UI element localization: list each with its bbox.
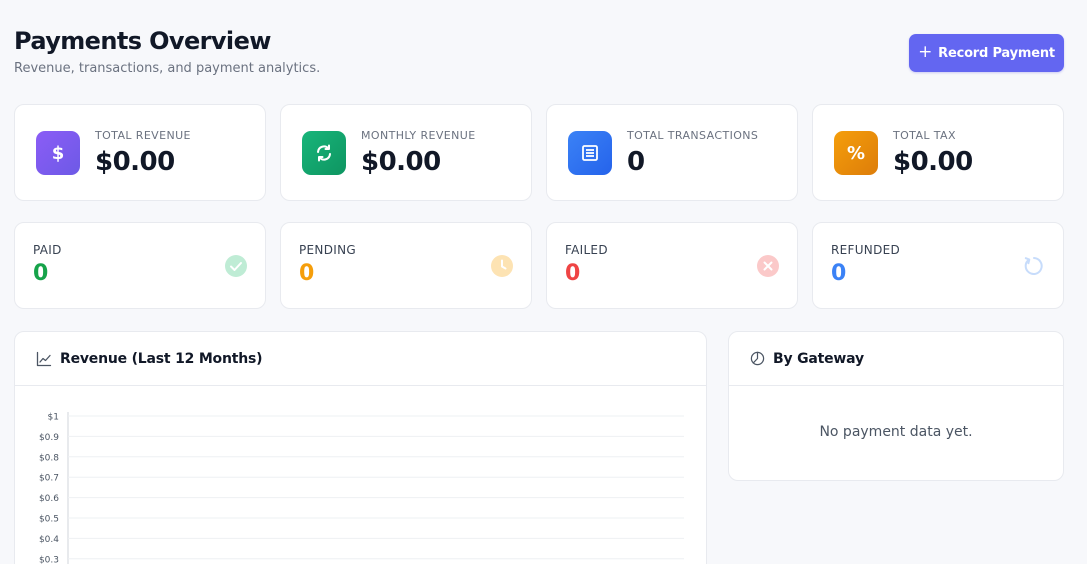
- y-tick-label: $0.7: [39, 474, 59, 484]
- dollar-icon: $: [36, 131, 80, 175]
- gateway-panel: By Gateway No payment data yet.: [728, 331, 1064, 481]
- payments-overview-page: Payments Overview Revenue, transactions,…: [0, 0, 1087, 564]
- stat-label: TOTAL REVENUE: [95, 129, 191, 142]
- plus-icon: +: [918, 41, 933, 62]
- undo-icon: [1024, 257, 1043, 275]
- y-tick-label: $0.9: [39, 433, 59, 443]
- stat-label: MONTHLY REVENUE: [361, 129, 476, 142]
- record-payment-label: Record Payment: [938, 45, 1055, 61]
- stat-value: $0.00: [361, 147, 441, 177]
- page-title: Payments Overview: [14, 27, 271, 55]
- y-tick-label: $0.5: [39, 515, 59, 525]
- y-tick-label: $0.6: [39, 494, 59, 504]
- stat-card-total-tax: % TOTAL TAX $0.00: [812, 104, 1064, 201]
- status-value: 0: [831, 261, 847, 286]
- status-card-pending[interactable]: PENDING 0: [280, 222, 532, 309]
- stat-label: TOTAL TRANSACTIONS: [627, 129, 759, 142]
- empty-state-message: No payment data yet.: [819, 424, 973, 440]
- stat-card-monthly-revenue: MONTHLY REVENUE $0.00: [280, 104, 532, 201]
- panel-title: Revenue (Last 12 Months): [60, 350, 263, 367]
- percent-icon: %: [834, 131, 878, 175]
- revenue-line-chart: $1 $0.9 $0.8 $0.7 $0.6 $0.5 $0.4 $0.3: [39, 412, 684, 564]
- check-circle-icon: [225, 255, 247, 277]
- panel-title: By Gateway: [773, 350, 864, 367]
- y-tick-label: $0.8: [39, 453, 59, 463]
- status-label: PAID: [33, 243, 62, 257]
- refresh-icon: [302, 131, 346, 175]
- status-card-failed[interactable]: FAILED 0: [546, 222, 798, 309]
- stat-value: $0.00: [95, 147, 175, 177]
- panel-header: Revenue (Last 12 Months): [15, 332, 706, 386]
- status-label: PENDING: [299, 243, 356, 257]
- y-tick-label: $1: [48, 413, 59, 423]
- page-subtitle: Revenue, transactions, and payment analy…: [14, 61, 321, 76]
- status-card-refunded[interactable]: REFUNDED 0: [812, 222, 1064, 309]
- pie-chart-icon: [750, 351, 765, 366]
- y-tick-label: $0.3: [39, 555, 59, 564]
- status-value: 0: [299, 261, 315, 286]
- revenue-chart-panel: Revenue (Last 12 Months) $1 $0.9 $0.8 $0.7 $…: [14, 331, 707, 564]
- clock-icon: [491, 255, 513, 277]
- status-card-paid[interactable]: PAID 0: [14, 222, 266, 309]
- stat-value: $0.00: [893, 147, 973, 177]
- line-chart-icon: [36, 351, 52, 366]
- status-value: 0: [565, 261, 581, 286]
- status-label: REFUNDED: [831, 243, 901, 257]
- receipt-icon: [568, 131, 612, 175]
- x-circle-icon: [757, 255, 779, 277]
- status-label: FAILED: [565, 243, 608, 257]
- panel-header: By Gateway: [729, 332, 1063, 386]
- stat-card-total-revenue: $ TOTAL REVENUE $0.00: [14, 104, 266, 201]
- status-value: 0: [33, 261, 49, 286]
- y-tick-label: $0.4: [39, 535, 59, 545]
- record-payment-button[interactable]: + Record Payment: [909, 34, 1064, 72]
- stat-value: 0: [627, 147, 645, 177]
- stat-card-total-transactions: TOTAL TRANSACTIONS 0: [546, 104, 798, 201]
- stat-label: TOTAL TAX: [893, 129, 956, 142]
